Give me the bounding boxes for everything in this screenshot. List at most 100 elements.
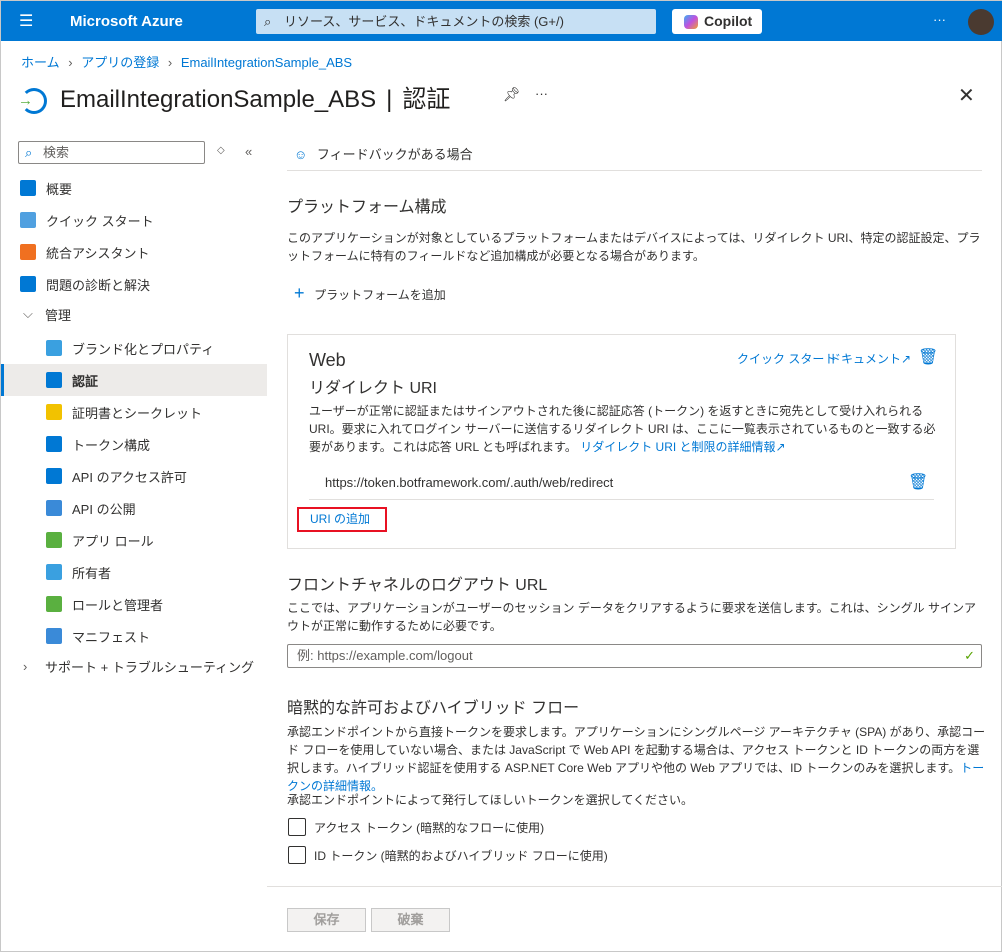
id-token-checkbox[interactable]: ID トークン (暗黙的およびハイブリッド フローに使用)	[288, 846, 608, 864]
sidebar-item[interactable]: API の公開	[1, 492, 267, 524]
feedback-label: フィードバックがある場合	[316, 147, 473, 162]
id-token-label: ID トークン (暗黙的およびハイブリッド フローに使用)	[314, 848, 608, 863]
plus-icon: +	[294, 283, 305, 303]
sidebar-item-label: 概要	[46, 181, 73, 197]
quickstart-link[interactable]: クイック スタート	[737, 350, 836, 367]
access-token-checkbox[interactable]: アクセス トークン (暗黙的なフローに使用)	[288, 818, 544, 836]
sidebar-item-label: 問題の診断と解決	[46, 277, 151, 293]
search-icon: ⌕	[264, 14, 272, 29]
divider	[309, 499, 934, 500]
sidebar-item[interactable]: ⌵ 管理	[1, 298, 267, 330]
sidebar-item[interactable]: マニフェスト	[1, 620, 267, 652]
sidebar-item[interactable]: ロールと管理者	[1, 588, 267, 620]
copilot-icon	[684, 15, 698, 29]
redirect-uri-heading: リダイレクト URI	[309, 380, 438, 397]
chevron-right-icon: ›	[23, 658, 28, 674]
chevron-right-icon: ›	[167, 55, 173, 70]
delete-platform-icon[interactable]: 🗑︎	[918, 347, 938, 367]
checkmark-icon: ✓	[964, 648, 975, 663]
redirect-uri-value[interactable]: https://token.botframework.com/.auth/web…	[325, 475, 613, 490]
sidebar-item-label: マニフェスト	[72, 629, 151, 645]
more-icon[interactable]: ···	[933, 12, 946, 27]
sidebar-item[interactable]: 問題の診断と解決	[1, 268, 267, 300]
sidebar-item-label: 統合アシスタント	[46, 245, 150, 261]
sidebar-item-icon	[20, 180, 36, 196]
checkbox-box[interactable]	[288, 818, 306, 836]
title-section: 認証	[402, 86, 451, 113]
sidebar-item-label: API の公開	[72, 501, 136, 517]
sidebar-item[interactable]: API のアクセス許可	[1, 460, 267, 492]
expand-icon[interactable]: ◇	[217, 145, 225, 156]
sidebar-item[interactable]: アプリ ロール	[1, 524, 267, 556]
sidebar-item-label: クイック スタート	[46, 213, 154, 229]
docs-link[interactable]: ドキュメント↗	[829, 350, 911, 367]
sidebar-item-label: トークン構成	[72, 437, 151, 453]
sidebar-item-icon	[20, 212, 36, 228]
search-placeholder: 検索	[43, 145, 70, 160]
chevron-down-icon: ⌵	[23, 306, 33, 321]
sidebar-item-label: ロールと管理者	[72, 597, 164, 613]
sidebar-item-icon	[46, 564, 62, 580]
implicit-heading: 暗黙的な許可およびハイブリッド フロー	[287, 700, 580, 717]
hamburger-menu-icon[interactable]: ☰	[19, 11, 33, 31]
avatar[interactable]	[968, 9, 994, 35]
sidebar-item-icon	[46, 404, 62, 420]
close-icon[interactable]: ✕	[958, 83, 975, 108]
discard-button[interactable]: 破棄	[371, 908, 450, 932]
breadcrumb-home[interactable]: ホーム	[21, 55, 60, 70]
feedback-button[interactable]: ☺ フィードバックがある場合	[294, 144, 473, 163]
docs-label: ドキュメント	[829, 352, 902, 366]
authentication-icon: →	[18, 88, 47, 114]
sidebar-item[interactable]: トークン構成	[1, 428, 267, 460]
add-uri-button[interactable]: URI の追加	[297, 507, 387, 532]
top-bar: ☰ Microsoft Azure ⌕ リソース、サービス、ドキュメントの検索 …	[1, 1, 1002, 41]
sidebar-item-label: サポート + トラブルシューティング	[45, 659, 255, 675]
platform-heading: プラットフォーム構成	[287, 199, 447, 216]
sidebar-item-label: 認証	[72, 373, 99, 389]
sidebar-search-input[interactable]: ⌕ 検索	[18, 141, 205, 164]
collapse-sidebar-icon[interactable]: «	[245, 144, 252, 159]
breadcrumb-app[interactable]: EmailIntegrationSample_ABS	[181, 55, 352, 70]
sidebar-item-label: 証明書とシークレット	[72, 405, 203, 421]
global-search-input[interactable]: ⌕ リソース、サービス、ドキュメントの検索 (G+/)	[256, 9, 656, 34]
frontchannel-description: ここでは、アプリケーションがユーザーのセッション データをクリアするように要求を…	[287, 601, 976, 633]
delete-uri-icon[interactable]: 🗑︎	[908, 472, 928, 492]
add-platform-label: プラットフォームを追加	[314, 288, 446, 302]
sidebar-item-icon	[46, 500, 62, 516]
sidebar-item-icon	[46, 340, 62, 356]
sidebar-item-icon	[46, 596, 62, 612]
sidebar-item[interactable]: › サポート + トラブルシューティング	[1, 650, 267, 682]
sidebar-item[interactable]: 概要	[1, 172, 267, 204]
sidebar-item-label: API のアクセス許可	[72, 469, 187, 485]
sidebar-item[interactable]: ブランド化とプロパティ	[1, 332, 267, 364]
sidebar-item-label: ブランド化とプロパティ	[72, 341, 215, 357]
pin-icon[interactable]: 📌︎	[503, 86, 521, 103]
sidebar-item[interactable]: クイック スタート	[1, 204, 267, 236]
save-button[interactable]: 保存	[287, 908, 366, 932]
sidebar-item-icon	[46, 532, 62, 548]
sidebar-item-label: 管理	[45, 307, 72, 323]
token-prompt: 承認エンドポイントによって発行してほしいトークンを選択してください。	[287, 793, 693, 807]
sidebar-item[interactable]: 統合アシスタント	[1, 236, 267, 268]
implicit-desc-text: 承認エンドポイントから直接トークンを要求します。アプリケーションにシングルページ…	[287, 725, 986, 775]
divider	[287, 170, 982, 171]
copilot-label: Copilot	[704, 13, 753, 29]
redirect-uri-learn-more-link[interactable]: リダイレクト URI と制限の詳細情報	[580, 440, 775, 454]
brand[interactable]: Microsoft Azure	[70, 13, 183, 30]
breadcrumb: ホーム › アプリの登録 › EmailIntegrationSample_AB…	[21, 52, 352, 71]
title-app: EmailIntegrationSample_ABS	[60, 86, 377, 113]
logout-url-placeholder: 例: https://example.com/logout	[297, 648, 473, 663]
sidebar-item[interactable]: 所有者	[1, 556, 267, 588]
divider	[267, 886, 1002, 887]
sidebar-item[interactable]: 証明書とシークレット	[1, 396, 267, 428]
more-icon[interactable]: ···	[535, 86, 548, 101]
sidebar-item-icon	[46, 468, 62, 484]
checkbox-box[interactable]	[288, 846, 306, 864]
sidebar-item[interactable]: 認証	[1, 364, 267, 396]
add-platform-button[interactable]: + プラットフォームを追加	[294, 283, 446, 304]
logout-url-input[interactable]: 例: https://example.com/logout ✓	[287, 644, 982, 668]
access-token-label: アクセス トークン (暗黙的なフローに使用)	[314, 820, 545, 835]
breadcrumb-app-registrations[interactable]: アプリの登録	[81, 55, 159, 70]
copilot-button[interactable]: Copilot	[672, 9, 762, 34]
platform-description: このアプリケーションが対象としているプラットフォームまたはデバイスによっては、リ…	[287, 231, 981, 263]
